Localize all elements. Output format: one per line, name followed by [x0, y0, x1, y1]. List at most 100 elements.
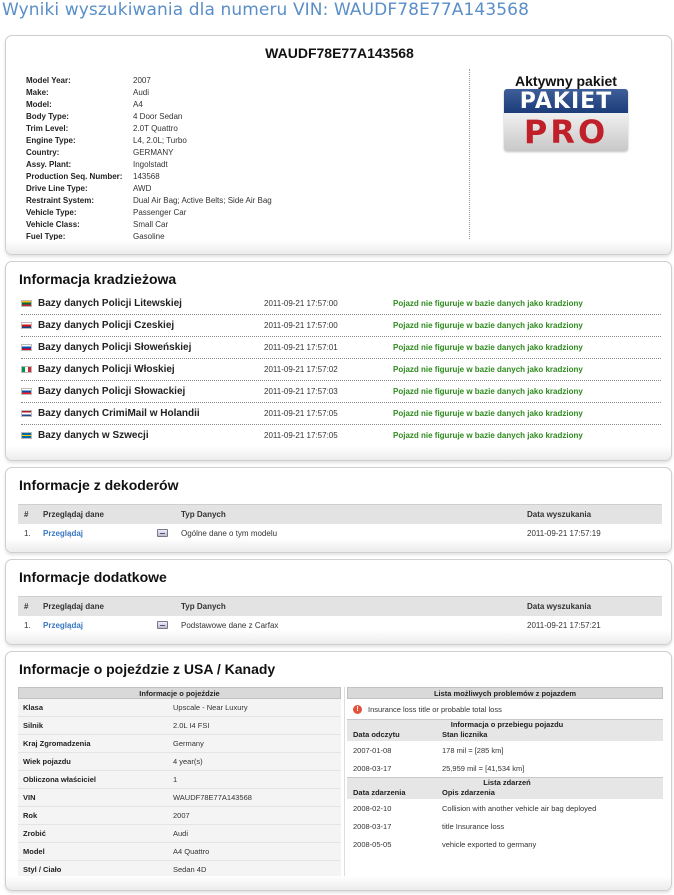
column-header-browse: Przeglądaj dane — [43, 510, 104, 519]
theft-row: Bazy danych w Szwecji 2011-09-21 17:57:05… — [21, 425, 661, 447]
info-label: Kraj Zgromadzenia — [23, 739, 91, 748]
spec-row: Make: Audi — [26, 86, 272, 98]
police-database: Bazy danych Policji Litewskiej — [38, 298, 182, 309]
spec-label: Model Year: — [26, 75, 71, 85]
section-title: Informacje dodatkowe — [19, 569, 167, 585]
spec-value: AWD — [133, 183, 152, 193]
vehicle-info-row: Klasa Upscale - Near Luxury — [18, 699, 341, 717]
data-type: Ogólne dane o tym modelu — [181, 529, 278, 538]
theft-row: Bazy danych Policji Słowackiej 2011-09-21… — [21, 381, 661, 403]
column-header-browse: Przeglądaj dane — [43, 602, 104, 611]
spec-row: Trim Level: 2.0T Quattro — [26, 122, 272, 134]
data-list-icon[interactable] — [157, 528, 168, 537]
vehicle-info-row: Wiek pojazdu 4 year(s) — [18, 753, 341, 771]
data-list-icon[interactable] — [157, 620, 168, 629]
netherlands-flag-icon — [21, 410, 32, 417]
problems-table: Lista możliwych problemów z pojazdem ! I… — [347, 687, 663, 853]
row-number: 1. — [24, 529, 31, 538]
row-number: 1. — [24, 621, 31, 630]
check-date: 2011-09-21 17:57:05 — [264, 409, 338, 418]
spec-value: 2007 — [133, 75, 151, 85]
event-description: title Insurance loss — [442, 821, 505, 831]
events-date-header: Data zdarzenia — [353, 788, 406, 797]
column-header-date: Data wyszukania — [527, 510, 592, 519]
info-value: A4 Quattro — [173, 847, 210, 856]
table-header: # Przeglądaj dane Typ Danych Data wyszuk… — [18, 504, 662, 524]
vehicle-info-table: Informacje o pojeździe Klasa Upscale - Ne… — [18, 687, 341, 879]
logo-bottom-text: PRO — [504, 113, 628, 151]
police-database: Bazy danych w Szwecji — [38, 430, 149, 441]
theft-row: Bazy danych CrimiMail w Holandii 2011-09-… — [21, 403, 661, 425]
events-title: Lista zdarzeń — [483, 778, 531, 787]
info-value: 1 — [173, 775, 178, 784]
mileage-row: 2007-01-08 178 mil = [285 km] — [347, 741, 663, 759]
table-header: # Przeglądaj dane Typ Danych Data wyszuk… — [18, 596, 662, 616]
theft-list: Bazy danych Policji Litewskiej 2011-09-21… — [21, 293, 661, 447]
slovenia-flag-icon — [21, 344, 32, 351]
spec-value: A4 — [133, 99, 143, 109]
mileage-reading-header: Stan licznika — [442, 730, 488, 739]
column-header-num: # — [24, 602, 29, 611]
sweden-flag-icon — [21, 432, 32, 439]
spec-label: Model: — [26, 99, 52, 109]
police-database: Bazy danych Policji Słoweńskiej — [38, 342, 192, 353]
spec-row: Assy. Plant: Ingolstadt — [26, 158, 272, 170]
info-value: 2007 — [173, 811, 190, 820]
events-desc-header: Opis zdarzenia — [442, 788, 495, 797]
info-label: Rok — [23, 811, 38, 820]
info-value: Audi — [173, 829, 189, 838]
spec-label: Trim Level: — [26, 123, 69, 133]
theft-status: Pojazd nie figuruje w bazie danych jako … — [393, 343, 583, 352]
mileage-date: 2007-01-08 — [353, 745, 392, 755]
spec-row: Country: GERMANY — [26, 146, 272, 158]
spec-row: Model: A4 — [26, 98, 272, 110]
info-value: 2.0L I4 FSI — [173, 721, 210, 730]
mileage-row: 2008-03-17 25,959 mil = [41,534 km] — [347, 759, 663, 777]
section-title: Informacje z dekoderów — [19, 477, 179, 493]
lithuania-flag-icon — [21, 300, 32, 307]
vehicle-info-row: Silnik 2.0L I4 FSI — [18, 717, 341, 735]
vehicle-info-row: VIN WAUDF78E77A143568 — [18, 789, 341, 807]
czech-flag-icon — [21, 322, 32, 329]
spec-label: Country: — [26, 147, 60, 157]
event-date: 2008-02-10 — [353, 803, 392, 813]
spec-label: Body Type: — [26, 111, 69, 121]
check-date: 2011-09-21 17:57:02 — [264, 365, 338, 374]
usa-canada-panel: Informacje o pojeździe z USA / Kanady In… — [5, 651, 672, 891]
info-label: Styl / Ciało — [23, 865, 62, 874]
column-header-num: # — [24, 510, 29, 519]
info-label: Klasa — [23, 703, 44, 712]
info-label: VIN — [23, 793, 36, 802]
info-value: Sedan 4D — [173, 865, 207, 874]
browse-link[interactable]: Przeglądaj — [43, 621, 83, 630]
spec-value: Passenger Car — [133, 207, 187, 217]
search-date: 2011-09-21 17:57:21 — [527, 621, 601, 630]
info-value: 4 year(s) — [173, 757, 203, 766]
search-date: 2011-09-21 17:57:19 — [527, 529, 601, 538]
mileage-title: Informacja o przebiegu pojazdu — [450, 720, 564, 729]
browse-link[interactable]: Przeglądaj — [43, 529, 83, 538]
vehicle-info-row: Rok 2007 — [18, 807, 341, 825]
section-title: Informacja kradzieżowa — [19, 271, 177, 287]
police-database: Bazy danych Policji Słowackiej — [38, 386, 186, 397]
police-database: Bazy danych CrimiMail w Holandii — [38, 408, 200, 419]
spec-value: Dual Air Bag; Active Belts; Side Air Bag — [133, 195, 272, 205]
slovakia-flag-icon — [21, 388, 32, 395]
logo-top-text: PAKIET — [504, 89, 628, 114]
problems-header: Lista możliwych problemów z pojazdem — [347, 687, 663, 699]
package-title: Aktywny pakiet — [515, 73, 617, 89]
spec-row: Restraint System: Dual Air Bag; Active Be… — [26, 194, 272, 206]
theft-status: Pojazd nie figuruje w bazie danych jako … — [393, 409, 583, 418]
spec-value: 4 Door Sedan — [133, 111, 183, 121]
event-description: Collision with another vehicle air bag d… — [442, 803, 597, 813]
theft-status: Pojazd nie figuruje w bazie danych jako … — [393, 387, 583, 396]
divider — [469, 69, 470, 245]
problem-text: Insurance loss title or probable total l… — [368, 704, 502, 714]
police-database: Bazy danych Policji Włoskiej — [38, 364, 175, 375]
spec-label: Make: — [26, 87, 49, 97]
theft-row: Bazy danych Policji Litewskiej 2011-09-21… — [21, 293, 661, 315]
spec-value: Audi — [133, 87, 150, 97]
info-label: Wiek pojazdu — [23, 757, 71, 766]
check-date: 2011-09-21 17:57:05 — [264, 431, 338, 440]
vehicle-info-row: Obliczona właściciel 1 — [18, 771, 341, 789]
